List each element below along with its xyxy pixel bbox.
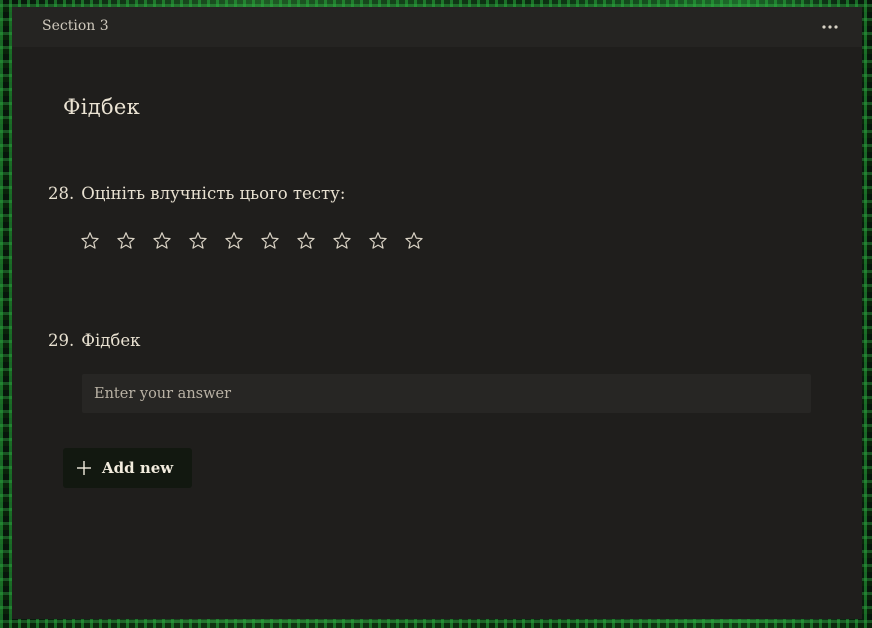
- more-options-button[interactable]: [816, 16, 844, 38]
- page-title: Фідбек: [63, 95, 141, 119]
- add-new-button[interactable]: Add new: [63, 448, 192, 488]
- more-horizontal-icon: [822, 25, 838, 29]
- star-outline-icon[interactable]: [188, 231, 208, 251]
- feedback-answer-input[interactable]: [82, 374, 811, 413]
- star-outline-icon[interactable]: [296, 231, 316, 251]
- question-number: 29.: [48, 331, 75, 350]
- add-new-label: Add new: [102, 459, 174, 477]
- section-title: Section 3: [42, 18, 109, 34]
- star-outline-icon[interactable]: [332, 231, 352, 251]
- rating-stars: [80, 231, 424, 251]
- question-28-title: 28. Оцініть влучність цього тесту:: [48, 183, 345, 205]
- star-outline-icon[interactable]: [116, 231, 136, 251]
- star-outline-icon[interactable]: [404, 231, 424, 251]
- star-outline-icon[interactable]: [80, 231, 100, 251]
- question-29-title: 29. Фідбек: [48, 330, 140, 352]
- question-number: 28.: [48, 184, 75, 203]
- star-outline-icon[interactable]: [152, 231, 172, 251]
- section-header: Section 3: [12, 7, 862, 47]
- star-outline-icon[interactable]: [260, 231, 280, 251]
- question-text: Оцініть влучність цього тесту:: [81, 184, 346, 203]
- star-outline-icon[interactable]: [368, 231, 388, 251]
- form-section-panel: Section 3 Фідбек 28. Оцініть влучність ць…: [12, 7, 862, 619]
- star-outline-icon[interactable]: [224, 231, 244, 251]
- question-text: Фідбек: [81, 331, 141, 350]
- plus-icon: [77, 461, 91, 475]
